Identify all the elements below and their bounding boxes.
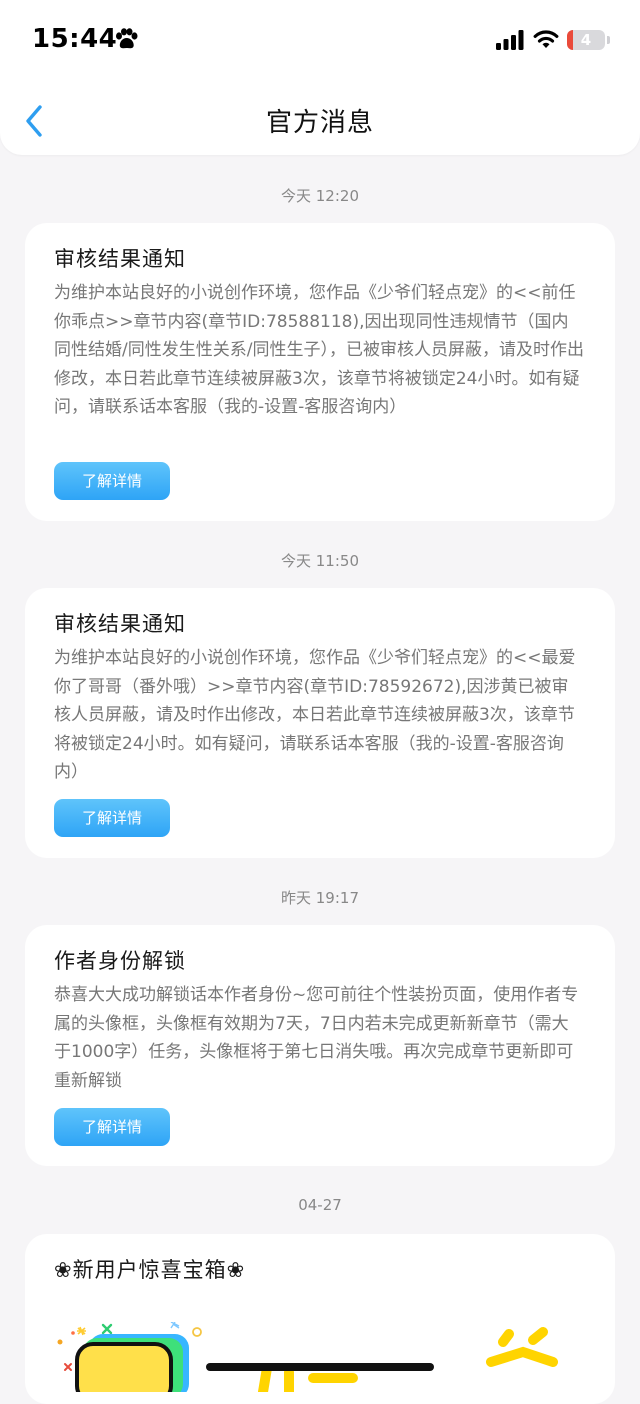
message-timestamp: 今天 12:20 (281, 187, 359, 205)
message-timestamp: 昨天 19:17 (281, 889, 359, 907)
message-body: 为维护本站良好的小说创作环境，您作品《少爷们轻点宠》的<<最爱你了哥哥（番外哦）… (54, 648, 576, 782)
message-title: 作者身份解锁 (54, 949, 186, 973)
gift-banner-illustration (57, 1322, 558, 1392)
message-timestamp: 04-27 (298, 1196, 342, 1214)
message-body: 恭喜大大成功解锁话本作者身份~您可前往个性装扮页面，使用作者专属的头像框，头像框… (54, 985, 579, 1091)
message-card: 审核结果通知 为维护本站良好的小说创作环境，您作品《少爷们轻点宠》的<<最爱你了… (25, 588, 615, 858)
message-body: 为维护本站良好的小说创作环境，您作品《少爷们轻点宠》的<<前任你乖点>>章节内容… (54, 283, 584, 417)
learn-more-button[interactable]: 了解详情 (54, 799, 170, 837)
learn-more-button[interactable]: 了解详情 (54, 1108, 170, 1146)
status-time: 15:44 (32, 24, 118, 54)
learn-more-button[interactable]: 了解详情 (54, 462, 170, 500)
top-bar: 15:44 4 官方消息 (0, 0, 640, 155)
message-card: ❀新用户惊喜宝箱❀ (25, 1234, 615, 1404)
message-title: ❀新用户惊喜宝箱❀ (54, 1258, 246, 1282)
message-title: 审核结果通知 (54, 247, 186, 271)
page-title: 官方消息 (265, 108, 374, 138)
battery-icon: 4 (567, 30, 605, 50)
message-card: 审核结果通知 为维护本站良好的小说创作环境，您作品《少爷们轻点宠》的<<前任你乖… (25, 223, 615, 521)
battery-level: 4 (580, 31, 592, 49)
cellular-signal-icon (496, 30, 524, 50)
message-title: 审核结果通知 (54, 612, 186, 636)
wifi-icon (533, 30, 559, 48)
home-indicator (206, 1363, 434, 1371)
message-timestamp: 今天 11:50 (281, 552, 359, 570)
paw-icon (116, 28, 138, 49)
message-card: 作者身份解锁 恭喜大大成功解锁话本作者身份~您可前往个性装扮页面，使用作者专属的… (25, 925, 615, 1166)
